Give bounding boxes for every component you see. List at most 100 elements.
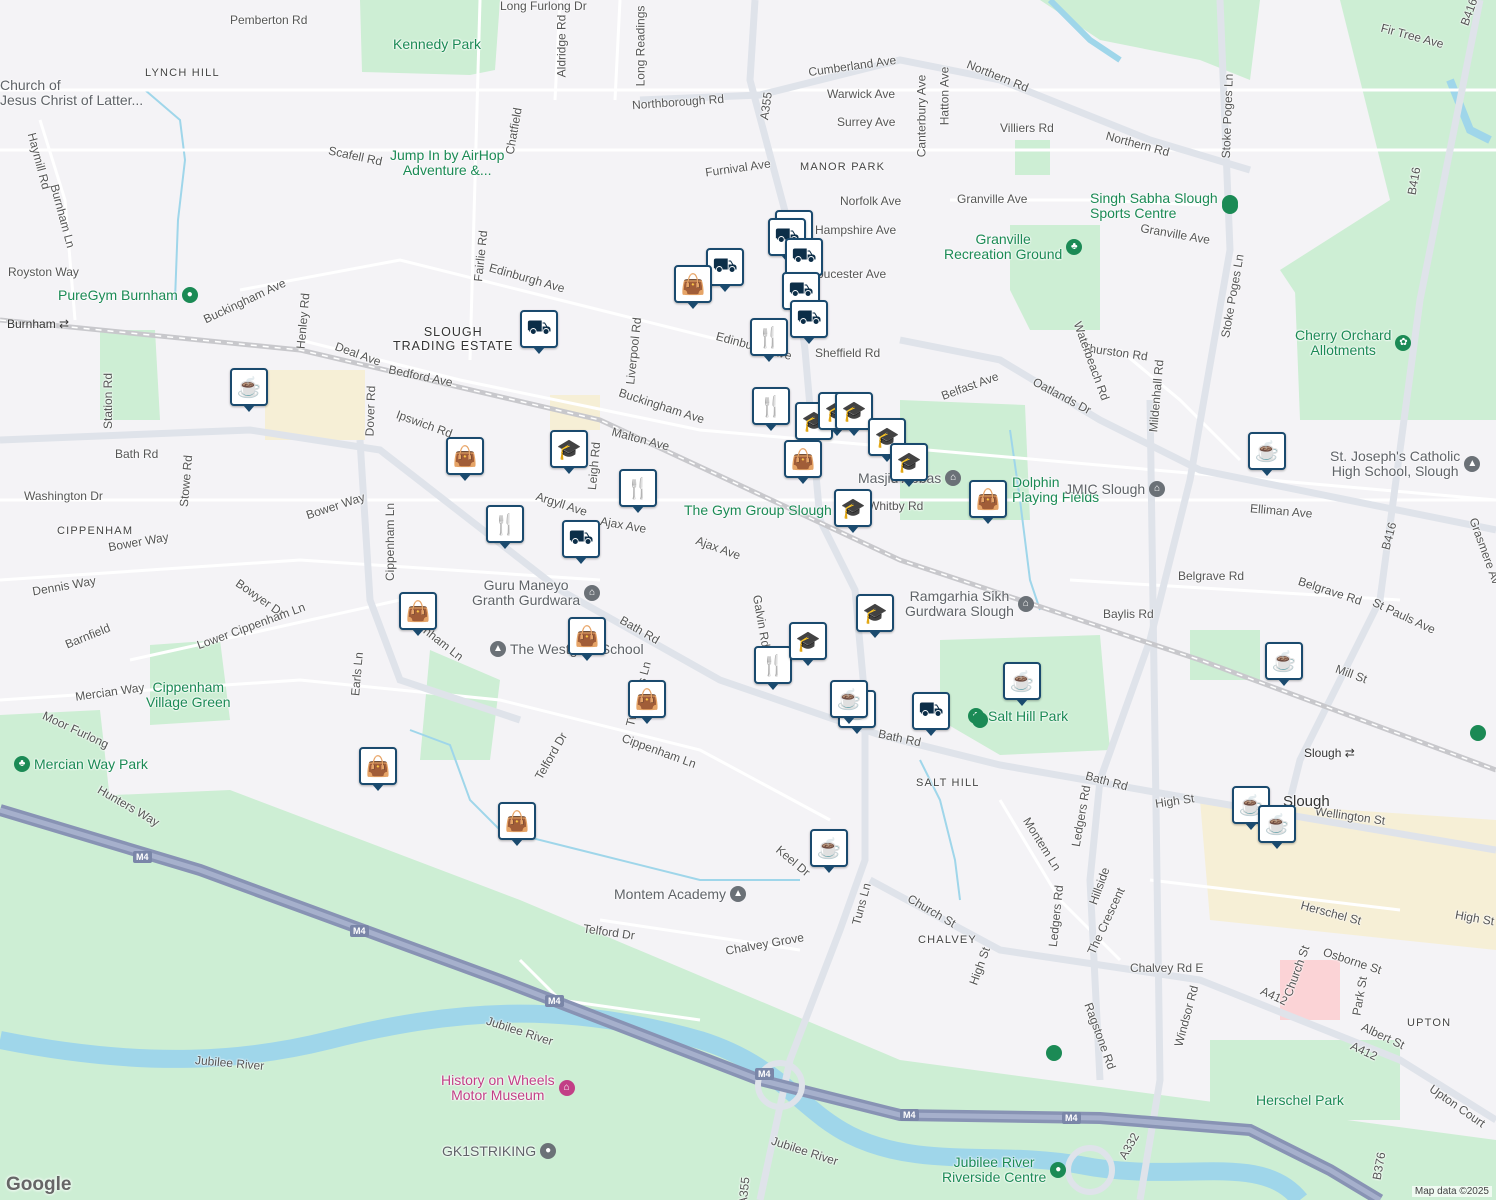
place-kennedy-park[interactable]: Kennedy Park: [393, 37, 481, 52]
place-jmic[interactable]: JMIC Slough ⌂: [1065, 481, 1166, 497]
shopping-cart-icon: ⛟: [568, 526, 594, 549]
station-burnham[interactable]: Burnham ⇄: [7, 317, 69, 331]
school-marker[interactable]: 🎓: [834, 489, 872, 533]
grocery-marker[interactable]: ⛟: [912, 692, 950, 736]
worship-icon: ⌂: [1017, 595, 1034, 612]
place-label: Herschel Park: [1256, 1092, 1344, 1108]
place-singh-sabha[interactable]: Singh Sabha Slough Sports Centre●: [1090, 191, 1238, 220]
place-label: Granville Recreation Ground: [944, 231, 1063, 262]
road-label: Surrey Ave: [837, 115, 896, 129]
dining-marker[interactable]: 🍴: [752, 387, 790, 431]
road-label: Whitby Rd: [868, 499, 924, 513]
shopping-marker[interactable]: 👜: [674, 265, 712, 309]
place-jubilee-riverside[interactable]: Jubilee River Riverside Centre ●: [942, 1155, 1067, 1184]
google-logo[interactable]: Google: [6, 1174, 71, 1196]
school-marker[interactable]: 🎓: [856, 594, 894, 638]
dining-marker[interactable]: 🍴: [486, 505, 524, 549]
place-church-lds[interactable]: Church of Jesus Christ of Latter...: [0, 78, 143, 108]
graduation-cap-icon: 🎓: [840, 497, 866, 520]
place-guru-maneyo[interactable]: Guru Maneyo Granth Gurdwara ⌂: [472, 577, 601, 608]
graduation-cap-icon: 🎓: [896, 451, 922, 474]
road-label: Long Furlong Dr: [500, 0, 587, 13]
place-puregym[interactable]: PureGym Burnham ●: [58, 287, 198, 303]
place-label: Jump In by AirHop Adventure &...: [390, 147, 505, 178]
grocery-marker[interactable]: ⛟: [785, 238, 823, 282]
small-green-area: [1015, 140, 1050, 175]
place-westgate-school[interactable]: ▲The Westgate School: [490, 641, 644, 657]
park-icon: [972, 712, 988, 728]
shopping-cart-icon: ⛟: [791, 244, 817, 267]
coffee-cup-icon: ☕: [1264, 813, 1290, 836]
map-canvas[interactable]: Pemberton Rd Long Furlong Dr Long Readin…: [0, 0, 1496, 1200]
cafe-marker[interactable]: ☕: [1003, 662, 1041, 706]
stream-north: [144, 89, 187, 301]
area-label: MANOR PARK: [800, 161, 886, 173]
fork-knife-icon: 🍴: [760, 654, 786, 677]
place-ramgarhia[interactable]: Ramgarhia Sikh Gurdwara Slough ⌂: [905, 589, 1034, 618]
place-st-josephs[interactable]: St. Joseph's Catholic High School, Sloug…: [1330, 449, 1481, 478]
dining-marker[interactable]: 🍴: [750, 318, 788, 362]
graduation-cap-icon: 🎓: [795, 630, 821, 653]
grocery-marker[interactable]: ⛟: [562, 520, 600, 564]
shopping-marker[interactable]: 👜: [969, 480, 1007, 524]
shopping-marker[interactable]: 👜: [784, 440, 822, 484]
grocery-marker[interactable]: ⛟: [520, 310, 558, 354]
dining-marker[interactable]: 🍴: [754, 646, 792, 690]
place-history-on-wheels[interactable]: History on Wheels Motor Museum ⌂: [441, 1073, 575, 1102]
cafe-marker[interactable]: ☕: [230, 368, 268, 412]
tree-icon: ♣: [14, 756, 30, 772]
m4-shield: M4: [900, 1109, 919, 1121]
place-cherry-orchard[interactable]: Cherry Orchard Allotments ✿: [1295, 328, 1412, 357]
place-mercian-way-park[interactable]: ♣ Mercian Way Park: [14, 756, 148, 772]
cafe-marker[interactable]: ☕: [1265, 642, 1303, 686]
place-montem-academy[interactable]: Montem Academy ▲: [614, 885, 747, 902]
shopping-cart-icon: ⛟: [918, 698, 944, 721]
cafe-marker[interactable]: ☕: [1258, 805, 1296, 849]
shopping-bag-icon: 👜: [574, 625, 600, 648]
school-marker[interactable]: 🎓: [890, 443, 928, 487]
place-granville-ground[interactable]: Granville Recreation Ground ♣: [944, 231, 1083, 262]
m4-shield: M4: [1062, 1112, 1081, 1124]
place-label: GK1STRIKING: [442, 1142, 537, 1159]
place-gk1striking[interactable]: GK1STRIKING ●: [442, 1142, 557, 1159]
place-jump-in[interactable]: Jump In by AirHop Adventure &...: [390, 147, 505, 178]
coffee-cup-icon: ☕: [236, 376, 262, 399]
cafe-marker[interactable]: ☕: [1248, 432, 1286, 476]
road-label: Hampshire Ave: [815, 223, 897, 237]
shopping-marker[interactable]: 👜: [628, 680, 666, 724]
shopping-marker[interactable]: 👜: [359, 747, 397, 791]
business-icon: ●: [540, 1143, 557, 1159]
area-label: UPTON: [1407, 1017, 1452, 1029]
road: [613, 0, 622, 101]
area-label: SALT HILL: [916, 777, 980, 789]
shopping-cart-icon: ⛟: [796, 306, 822, 329]
place-label: Ramgarhia Sikh Gurdwara Slough: [905, 588, 1014, 619]
place-label: Montem Academy: [614, 885, 727, 902]
cafe-marker[interactable]: ☕: [810, 829, 848, 873]
place-gym-group[interactable]: The Gym Group Slough●: [684, 502, 852, 518]
place-label: Guru Maneyo Granth Gurdwara: [472, 577, 581, 608]
shopping-marker[interactable]: 👜: [399, 592, 437, 636]
shopping-cart-icon: ⛟: [712, 254, 738, 277]
school-marker[interactable]: 🎓: [789, 622, 827, 666]
place-label: Cippenham Village Green: [146, 679, 231, 710]
shopping-marker[interactable]: 👜: [568, 617, 606, 661]
place-village-green[interactable]: Cippenham Village Green: [146, 679, 231, 710]
tree-icon: ♣: [1066, 238, 1083, 255]
shopping-marker[interactable]: 👜: [446, 437, 484, 481]
cafe-marker[interactable]: ☕: [830, 680, 868, 724]
school-marker[interactable]: 🎓: [550, 430, 588, 474]
m4-shield: M4: [350, 925, 369, 937]
place-label: Kennedy Park: [393, 36, 481, 52]
road-label: Earls Ln: [348, 651, 366, 697]
place-herschel-park[interactable]: Herschel Park: [1256, 1093, 1344, 1108]
shopping-marker[interactable]: 👜: [498, 802, 536, 846]
road-label: Belgrave Rd: [1178, 569, 1245, 583]
grocery-marker[interactable]: ⛟: [790, 300, 828, 344]
station-slough[interactable]: Slough ⇄: [1304, 746, 1355, 760]
shopping-bag-icon: 👜: [365, 755, 391, 778]
graduation-cap-icon: 🎓: [841, 400, 867, 423]
dining-marker[interactable]: 🍴: [619, 469, 657, 513]
graduation-cap-icon: 🎓: [556, 438, 582, 461]
road-label: Chalvey Rd E: [1130, 961, 1204, 975]
